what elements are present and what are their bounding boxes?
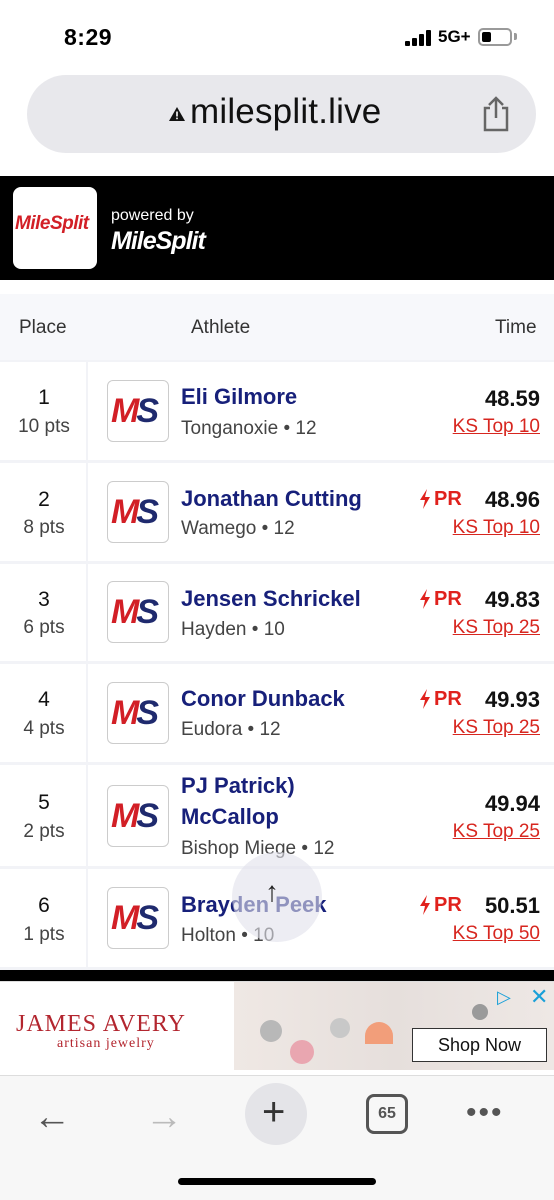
lightning-icon: [420, 895, 430, 915]
ad-brand: JAMES AVERY: [16, 1011, 186, 1037]
team-logo: MS: [107, 581, 169, 643]
place-points: 6 pts: [23, 617, 65, 638]
more-icon[interactable]: •••: [466, 1096, 504, 1130]
battery-icon: [478, 28, 512, 46]
team-logo: MS: [107, 380, 169, 442]
result-time: 49.83: [484, 587, 540, 612]
place-number: 3: [38, 588, 50, 611]
athlete-name[interactable]: PJ Patrick): [181, 773, 295, 799]
column-time: Time: [495, 317, 537, 338]
plus-icon: +: [262, 1090, 286, 1134]
lightning-icon: [420, 589, 430, 609]
athlete-name[interactable]: Jensen Schrickel: [181, 586, 361, 612]
team-logo: MS: [107, 481, 169, 543]
athlete-name-line2[interactable]: McCallop: [181, 804, 279, 830]
athlete-school: Hayden • 10: [181, 619, 285, 640]
warning-icon: [169, 107, 185, 121]
place-number: 6: [38, 894, 50, 917]
athlete-school: Eudora • 12: [181, 719, 281, 740]
result-time: 49.93: [484, 687, 540, 712]
share-icon[interactable]: [480, 96, 512, 132]
shop-now-button[interactable]: Shop Now: [412, 1028, 547, 1062]
network-label: 5G+: [438, 27, 471, 46]
lightning-icon: [420, 489, 430, 509]
pr-badge: PR: [434, 588, 462, 610]
status-bar: 8:29 5G+: [0, 0, 554, 66]
place-number: 1: [38, 386, 50, 409]
home-indicator: [178, 1178, 376, 1185]
place-number: 2: [38, 488, 50, 511]
team-logo: MS: [107, 785, 169, 847]
team-logo: MS: [107, 887, 169, 949]
athlete-name[interactable]: Conor Dunback: [181, 686, 345, 712]
powered-by-label: powered by: [111, 207, 194, 224]
forward-arrow-icon[interactable]: →: [145, 1096, 183, 1139]
athlete-school: Tonganoxie • 12: [181, 418, 317, 439]
result-time: 48.96: [484, 487, 540, 512]
column-athlete: Athlete: [191, 317, 251, 338]
ad-divider: [0, 970, 554, 981]
pr-badge: PR: [434, 894, 462, 916]
team-logo: MS: [107, 682, 169, 744]
result-time: 49.94: [484, 791, 540, 816]
athlete-name[interactable]: Eli Gilmore: [181, 384, 297, 410]
ranking-link[interactable]: KS Top 25: [453, 821, 540, 843]
place-number: 5: [38, 791, 50, 814]
ranking-link[interactable]: KS Top 50: [453, 923, 540, 945]
new-tab-button[interactable]: +: [245, 1083, 307, 1145]
ranking-link[interactable]: KS Top 25: [453, 617, 540, 639]
athlete-school: Wamego • 12: [181, 518, 295, 539]
pr-badge: PR: [434, 488, 462, 510]
adchoices-icon[interactable]: ▷: [497, 987, 511, 1008]
ranking-link[interactable]: KS Top 25: [453, 717, 540, 739]
result-time: 48.59: [484, 386, 540, 411]
place-points: 4 pts: [23, 718, 65, 739]
result-time: 50.51: [484, 893, 540, 918]
url-text[interactable]: milesplit.live: [190, 92, 381, 132]
pr-badge: PR: [434, 688, 462, 710]
logo-text: MileSplit: [15, 213, 89, 234]
signal-icon: [405, 30, 433, 46]
place-points: 1 pts: [23, 924, 65, 945]
close-icon[interactable]: ✕: [530, 984, 548, 1010]
athlete-name[interactable]: Jonathan Cutting: [181, 486, 362, 512]
ad-tagline: artisan jewelry: [57, 1036, 155, 1051]
place-number: 4: [38, 688, 50, 711]
powered-by-brand: MileSplit: [111, 227, 206, 255]
column-place: Place: [19, 317, 67, 338]
ranking-link[interactable]: KS Top 10: [453, 517, 540, 539]
place-points: 8 pts: [23, 517, 65, 538]
place-points: 2 pts: [23, 821, 65, 842]
lightning-icon: [420, 689, 430, 709]
tabs-button[interactable]: 65: [366, 1094, 408, 1134]
back-arrow-icon[interactable]: ←: [33, 1096, 71, 1139]
arrow-up-icon[interactable]: ↑: [265, 876, 279, 908]
place-points: 10 pts: [18, 416, 70, 437]
table-header: [0, 294, 554, 360]
ranking-link[interactable]: KS Top 10: [453, 416, 540, 438]
status-time: 8:29: [64, 24, 113, 50]
